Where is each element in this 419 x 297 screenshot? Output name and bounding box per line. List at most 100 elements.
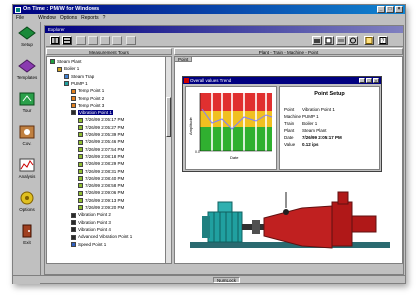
toolbar-button-list[interactable] bbox=[62, 36, 72, 45]
trend-chart: Amplitude 0.0 Date bbox=[188, 93, 273, 160]
tree-item-label: 7/26/99 2:09:20 PM bbox=[85, 205, 125, 210]
toolbar-button-print[interactable] bbox=[336, 36, 346, 45]
header-plant-path[interactable]: Plant - Train - Machine - Point bbox=[174, 48, 403, 55]
header-measurement-tours[interactable]: Measurement Tours bbox=[46, 48, 172, 55]
toolbar-button[interactable] bbox=[112, 36, 122, 45]
motor-body bbox=[207, 211, 243, 243]
sidebar-item-tour[interactable]: Tour bbox=[14, 90, 40, 120]
sidebar-item-exit[interactable]: Exit bbox=[14, 222, 40, 252]
maximize-button[interactable]: □ bbox=[386, 6, 394, 13]
toolbar-button-copy[interactable] bbox=[324, 36, 334, 45]
tree-item[interactable]: Steam Trap bbox=[64, 74, 94, 81]
tree-item[interactable]: 7/26/99 2:08:31 PM bbox=[78, 169, 124, 176]
tree-item[interactable]: 7/26/99 2:05:39 PM bbox=[78, 132, 124, 139]
toolbar-button[interactable] bbox=[88, 36, 98, 45]
trend-minimize-button[interactable]: _ bbox=[359, 78, 365, 83]
scroll-thumb[interactable] bbox=[166, 97, 171, 137]
menu-window[interactable]: Window bbox=[38, 14, 56, 22]
pump-icon bbox=[64, 81, 69, 87]
window-controls: _ □ × bbox=[377, 6, 403, 13]
close-button[interactable]: × bbox=[395, 6, 403, 13]
toolbar-button[interactable] bbox=[126, 36, 136, 45]
tree-view: Steam Plant Boiler 1 Steam Trap PUMP 1 Temp … bbox=[46, 56, 172, 264]
menu-file[interactable]: File bbox=[16, 14, 24, 22]
trend-icon bbox=[184, 78, 189, 83]
sidebar-label: Templates bbox=[16, 75, 38, 80]
tree-item-label: Boiler 1 bbox=[64, 66, 80, 72]
tree-item[interactable]: Vibration Point 4 bbox=[71, 227, 111, 234]
pump-outlet bbox=[337, 191, 349, 205]
tree-item[interactable]: Speed Point 1 bbox=[71, 242, 106, 249]
sidebar-item-setup[interactable]: Setup bbox=[14, 24, 40, 54]
setup-row-value: Value 0.12 ips bbox=[284, 142, 319, 147]
menu-reports[interactable]: Reports bbox=[81, 14, 99, 22]
minimize-button[interactable]: _ bbox=[377, 6, 385, 13]
tree-item[interactable]: PUMP 1 bbox=[64, 81, 88, 88]
setup-row-date: Date 7/26/99 2:05:17 PM bbox=[284, 135, 342, 140]
menu-help[interactable]: ? bbox=[103, 14, 106, 22]
tree-item[interactable]: Vibration Point 2 bbox=[71, 212, 111, 219]
tree-item[interactable]: 7/26/99 2:09:20 PM bbox=[78, 205, 124, 212]
window-title: On Time : PM/W for Windows bbox=[23, 6, 100, 12]
tree-item[interactable]: 7/26/99 2:08:18 PM bbox=[78, 154, 124, 161]
menu-options[interactable]: Options bbox=[60, 14, 77, 22]
tree-scrollbar[interactable] bbox=[165, 57, 171, 263]
boiler-icon bbox=[57, 66, 62, 72]
gear-icon bbox=[350, 37, 356, 44]
tree-item[interactable]: 7/26/99 2:08:58 PM bbox=[78, 183, 124, 190]
tree-item[interactable]: 7/26/99 2:05:17 PM bbox=[78, 117, 124, 124]
tree-item[interactable]: 7/26/99 2:08:40 PM bbox=[78, 176, 124, 183]
sidebar-item-analysis[interactable]: Analysis bbox=[14, 156, 40, 186]
tree-item-label: 7/26/99 2:05:17 PM bbox=[85, 117, 125, 123]
cov-icon bbox=[19, 125, 35, 139]
tree-item[interactable]: Vibration Point 3 bbox=[71, 220, 111, 227]
toolbar-button-camera[interactable] bbox=[312, 36, 322, 45]
tour-icon bbox=[19, 92, 35, 106]
sidebar-item-cov[interactable]: Cov. bbox=[14, 123, 40, 153]
tree-item[interactable]: Temp Point 1 bbox=[71, 88, 104, 95]
tree-item[interactable]: Vibration Point 1 bbox=[71, 110, 113, 117]
tree-item[interactable]: 7/26/99 2:09:13 PM bbox=[78, 198, 124, 205]
y-axis-label: Amplitude bbox=[188, 116, 193, 135]
tree-item[interactable]: Temp Point 3 bbox=[71, 103, 104, 110]
tree-item-label: 7/26/99 2:05:39 PM bbox=[85, 132, 125, 137]
point-icon bbox=[71, 95, 76, 101]
coupling bbox=[252, 220, 260, 234]
tree-item[interactable]: 7/26/99 2:05:46 PM bbox=[78, 139, 124, 146]
explorer-window: Explorer ? Measurement Tours Plant - Tra… bbox=[44, 25, 404, 275]
toolbar-button-info[interactable] bbox=[364, 36, 374, 45]
sidebar-item-options[interactable]: Options bbox=[14, 189, 40, 219]
sidebar: Setup Templates Tour Cov. Analysis Optio… bbox=[13, 22, 41, 284]
trend-window: Overall values Trend _ □ × Amplitude 0.0… bbox=[182, 76, 382, 172]
sidebar-label: Cov. bbox=[22, 141, 32, 146]
sidebar-item-templates[interactable]: Templates bbox=[14, 57, 40, 87]
setup-row-train: Train Boiler 1 bbox=[284, 121, 318, 126]
toolbar-button-grid[interactable] bbox=[50, 36, 60, 45]
x-axis-label: Date bbox=[230, 155, 239, 160]
toolbar-button[interactable] bbox=[76, 36, 86, 45]
tree-item[interactable]: 7/26/99 2:07:54 PM bbox=[78, 147, 124, 154]
trend-plot: Amplitude 0.0 Date bbox=[185, 86, 277, 170]
tree-item[interactable]: Steam Plant bbox=[50, 59, 82, 66]
trend-close-button[interactable]: × bbox=[373, 78, 379, 83]
tree-item[interactable]: Boiler 1 bbox=[57, 66, 79, 73]
tree-item[interactable]: 7/26/99 2:05:27 PM bbox=[78, 125, 124, 132]
toolbar-button-settings[interactable] bbox=[348, 36, 358, 45]
svg-text:?: ? bbox=[382, 39, 385, 45]
toolbar-button[interactable] bbox=[100, 36, 110, 45]
tree-item[interactable]: 7/26/99 2:09:06 PM bbox=[78, 190, 124, 197]
setup-row-plant: Plant Steam Plant bbox=[284, 128, 327, 133]
trend-maximize-button[interactable]: □ bbox=[366, 78, 372, 83]
pump-inlet bbox=[351, 215, 377, 233]
app-window: On Time : PM/W for Windows _ □ × File Wi… bbox=[12, 4, 406, 284]
trend-title-bar: Overall values Trend _ □ × bbox=[183, 77, 381, 84]
toolbar-button-help[interactable]: ? bbox=[378, 36, 388, 45]
measure-icon bbox=[78, 117, 83, 123]
tab-point[interactable]: Point bbox=[174, 56, 193, 62]
tree-item[interactable]: Advanced Vibration Point 1 bbox=[71, 234, 132, 241]
tree-item[interactable]: Temp Point 2 bbox=[71, 96, 104, 103]
speed-icon bbox=[71, 241, 76, 247]
print-icon bbox=[338, 39, 344, 42]
tree-item[interactable]: 7/26/99 2:08:29 PM bbox=[78, 161, 124, 168]
sidebar-label: Setup bbox=[21, 42, 33, 47]
